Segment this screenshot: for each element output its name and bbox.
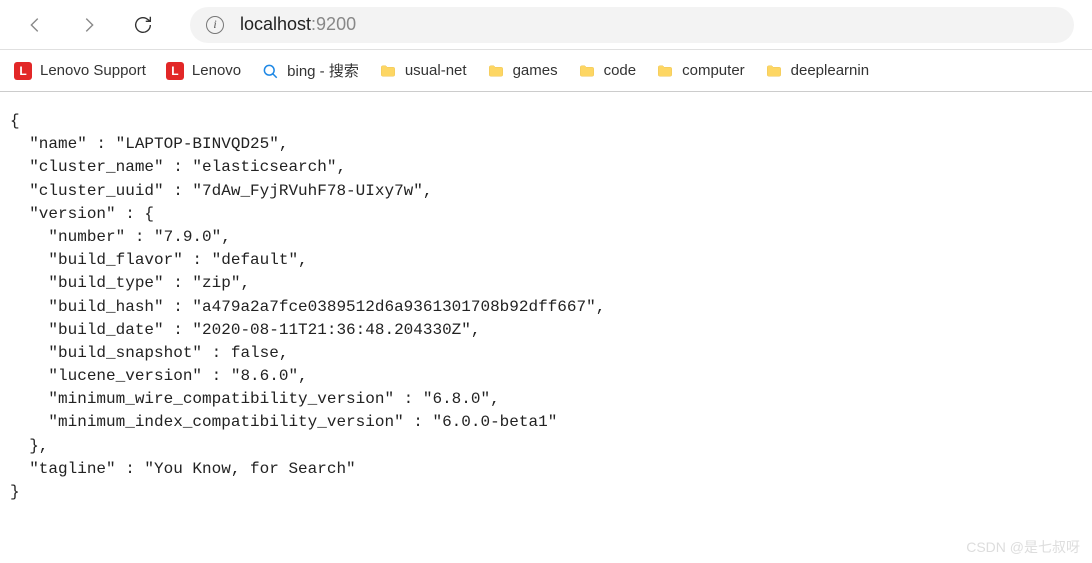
url-port: :9200 [311,14,356,35]
bookmark-deeplearning[interactable]: deeplearnin [765,62,869,80]
address-bar[interactable]: i localhost:9200 [190,7,1074,43]
back-button[interactable] [18,8,52,42]
bookmark-label: Lenovo Support [40,62,146,79]
forward-button[interactable] [72,8,106,42]
folder-icon [487,62,505,80]
refresh-button[interactable] [126,8,160,42]
bookmark-games[interactable]: games [487,62,558,80]
json-response-body: { "name" : "LAPTOP-BINVQD25", "cluster_n… [0,92,1092,522]
site-info-icon[interactable]: i [206,16,224,34]
lenovo-icon: L [14,62,32,80]
bookmarks-bar: L Lenovo Support L Lenovo bing - 搜索 usua… [0,50,1092,92]
watermark: CSDN @是七叔呀 [966,537,1080,557]
folder-icon [765,62,783,80]
bookmark-usual-net[interactable]: usual-net [379,62,467,80]
url-domain: localhost [240,14,311,35]
folder-icon [379,62,397,80]
bookmark-label: usual-net [405,62,467,79]
bing-icon [261,62,279,80]
bookmark-label: games [513,62,558,79]
bookmark-label: deeplearnin [791,62,869,79]
bookmark-label: bing - 搜索 [287,60,359,81]
bookmark-lenovo-support[interactable]: L Lenovo Support [14,62,146,80]
folder-icon [656,62,674,80]
bookmark-label: code [604,62,637,79]
bookmark-code[interactable]: code [578,62,637,80]
bookmark-label: computer [682,62,745,79]
bookmark-bing[interactable]: bing - 搜索 [261,60,359,81]
bookmark-lenovo[interactable]: L Lenovo [166,62,241,80]
bookmark-label: Lenovo [192,62,241,79]
lenovo-icon: L [166,62,184,80]
folder-icon [578,62,596,80]
bookmark-computer[interactable]: computer [656,62,745,80]
browser-toolbar: i localhost:9200 [0,0,1092,50]
